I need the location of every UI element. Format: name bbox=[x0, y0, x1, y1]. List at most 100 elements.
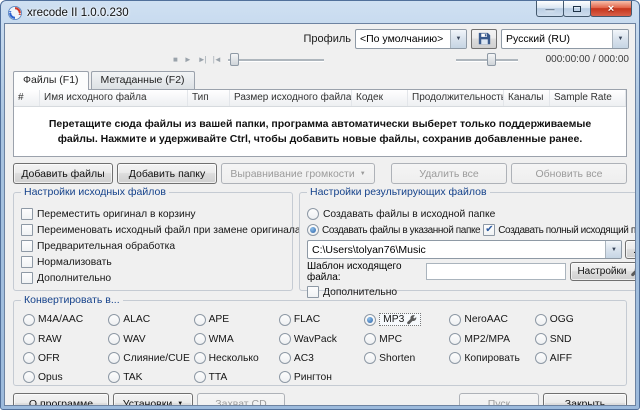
radio-create-in-specified[interactable] bbox=[307, 224, 319, 236]
radio-flac[interactable] bbox=[279, 314, 291, 326]
option-move-to-recycle[interactable]: Переместить оригинал в корзину bbox=[21, 206, 287, 222]
radio-m4a-aac[interactable] bbox=[23, 314, 35, 326]
about-button[interactable]: О программе bbox=[13, 393, 109, 406]
column-codec[interactable]: Кодек bbox=[352, 90, 408, 106]
prev-track-icon[interactable]: |◄ bbox=[213, 55, 221, 64]
format-merge-cue[interactable]: Слияние/CUE bbox=[108, 352, 193, 364]
format-ape[interactable]: APE bbox=[194, 313, 279, 326]
column-source-name[interactable]: Имя исходного файла bbox=[40, 90, 188, 106]
format-ofr[interactable]: OFR bbox=[23, 352, 108, 364]
checkbox-move-to-recycle[interactable] bbox=[21, 208, 33, 220]
format-m4a-aac[interactable]: M4A/AAC bbox=[23, 313, 108, 326]
checkbox-preprocess[interactable] bbox=[21, 240, 33, 252]
file-drop-area[interactable]: Перетащите сюда файлы из вашей папки, пр… bbox=[14, 107, 626, 156]
radio-neroaac[interactable] bbox=[449, 314, 461, 326]
format-alac[interactable]: ALAC bbox=[108, 313, 193, 326]
checkbox-output-advanced[interactable] bbox=[307, 286, 319, 298]
format-flac[interactable]: FLAC bbox=[279, 313, 364, 326]
format-multiple[interactable]: Несколько bbox=[194, 352, 279, 364]
column-sample-rate[interactable]: Sample Rate bbox=[550, 90, 626, 106]
options-button[interactable]: Установки ▼ bbox=[113, 393, 193, 406]
close-icon[interactable]: × bbox=[590, 1, 632, 17]
radio-shorten[interactable] bbox=[364, 352, 376, 364]
checkbox-rename-on-replace[interactable] bbox=[21, 224, 33, 236]
radio-ringtone[interactable] bbox=[279, 371, 291, 383]
radio-mp2-mpa[interactable] bbox=[449, 333, 461, 345]
close-button[interactable]: Закрыть bbox=[543, 393, 627, 406]
radio-wav[interactable] bbox=[108, 333, 120, 345]
output-path-select[interactable]: C:\Users\tolyan76\Music ▼ bbox=[307, 240, 622, 259]
radio-aiff[interactable] bbox=[535, 352, 547, 364]
format-aiff[interactable]: AIFF bbox=[535, 352, 620, 364]
seek-thumb[interactable] bbox=[230, 53, 239, 66]
play-icon[interactable]: ► bbox=[184, 55, 191, 64]
tab-files[interactable]: Файлы (F1) bbox=[13, 71, 89, 90]
radio-ogg[interactable] bbox=[535, 314, 547, 326]
format-shorten[interactable]: Shorten bbox=[364, 352, 449, 364]
option-create-in-specified[interactable]: Создавать файлы в указанной папке Создав… bbox=[307, 222, 636, 238]
checkbox-normalize[interactable] bbox=[21, 256, 33, 268]
format-mp3[interactable]: MP3 bbox=[364, 313, 449, 326]
format-settings-button[interactable]: Настройки bbox=[570, 262, 636, 281]
seek-slider[interactable] bbox=[228, 53, 324, 66]
format-ogg[interactable]: OGG bbox=[535, 313, 620, 326]
format-mpc[interactable]: MPC bbox=[364, 333, 449, 345]
format-tta[interactable]: TTA bbox=[194, 371, 279, 383]
column-type[interactable]: Тип bbox=[188, 90, 230, 106]
volume-thumb[interactable] bbox=[487, 53, 496, 66]
column-duration[interactable]: Продолжительность bbox=[408, 90, 504, 106]
format-wavpack[interactable]: WavPack bbox=[279, 333, 364, 345]
chevron-down-icon[interactable]: ▼ bbox=[605, 241, 621, 258]
radio-wavpack[interactable] bbox=[279, 333, 291, 345]
format-wav[interactable]: WAV bbox=[108, 333, 193, 345]
option-output-advanced[interactable]: Дополнительно bbox=[307, 284, 636, 300]
format-wma[interactable]: WMA bbox=[194, 333, 279, 345]
radio-create-in-source[interactable] bbox=[307, 208, 319, 220]
option-rename-on-replace[interactable]: Переименовать исходный файл при замене о… bbox=[21, 222, 287, 238]
option-source-advanced[interactable]: Дополнительно bbox=[21, 270, 287, 286]
radio-mpc[interactable] bbox=[364, 333, 376, 345]
format-tak[interactable]: TAK bbox=[108, 371, 193, 383]
profile-select[interactable]: <По умолчанию> ▼ bbox=[355, 29, 467, 49]
radio-raw[interactable] bbox=[23, 333, 35, 345]
format-opus[interactable]: Opus bbox=[23, 371, 108, 383]
titlebar[interactable]: xrecode II 1.0.0.230 — × bbox=[4, 1, 636, 23]
format-copy[interactable]: Копировать bbox=[449, 352, 534, 364]
checkbox-full-output-path[interactable] bbox=[483, 224, 495, 236]
radio-wma[interactable] bbox=[194, 333, 206, 345]
checkbox-source-advanced[interactable] bbox=[21, 272, 33, 284]
stop-icon[interactable]: ■ bbox=[173, 55, 177, 64]
radio-snd[interactable] bbox=[535, 333, 547, 345]
radio-mp3[interactable] bbox=[364, 314, 376, 326]
radio-tta[interactable] bbox=[194, 371, 206, 383]
chevron-down-icon[interactable]: ▼ bbox=[612, 30, 628, 48]
next-track-icon[interactable]: ►| bbox=[198, 55, 206, 64]
column-source-size[interactable]: Размер исходного файла bbox=[230, 90, 352, 106]
format-mp3-selected-box[interactable]: MP3 bbox=[379, 313, 421, 326]
volume-slider[interactable] bbox=[456, 53, 518, 66]
radio-ofr[interactable] bbox=[23, 352, 35, 364]
language-select[interactable]: Русский (RU) ▼ bbox=[501, 29, 629, 49]
chevron-down-icon[interactable]: ▼ bbox=[450, 30, 466, 48]
radio-alac[interactable] bbox=[108, 314, 120, 326]
format-ringtone[interactable]: Рингтон bbox=[279, 371, 364, 383]
radio-ac3[interactable] bbox=[279, 352, 291, 364]
add-folder-button[interactable]: Добавить папку bbox=[117, 163, 217, 184]
option-create-in-source[interactable]: Создавать файлы в исходной папке bbox=[307, 206, 636, 222]
format-ac3[interactable]: AC3 bbox=[279, 352, 364, 364]
column-channels[interactable]: Каналы bbox=[504, 90, 550, 106]
column-number[interactable]: # bbox=[14, 90, 40, 106]
format-snd[interactable]: SND bbox=[535, 333, 620, 345]
tab-metadata[interactable]: Метаданные (F2) bbox=[91, 71, 195, 89]
format-neroaac[interactable]: NeroAAC bbox=[449, 313, 534, 326]
browse-button[interactable]: ... bbox=[625, 240, 636, 259]
format-raw[interactable]: RAW bbox=[23, 333, 108, 345]
option-preprocess[interactable]: Предварительная обработка bbox=[21, 238, 287, 254]
maximize-icon[interactable] bbox=[563, 1, 591, 17]
radio-ape[interactable] bbox=[194, 314, 206, 326]
option-normalize[interactable]: Нормализовать bbox=[21, 254, 287, 270]
add-files-button[interactable]: Добавить файлы bbox=[13, 163, 113, 184]
format-mp2-mpa[interactable]: MP2/MPA bbox=[449, 333, 534, 345]
minimize-icon[interactable]: — bbox=[536, 1, 564, 17]
radio-opus[interactable] bbox=[23, 371, 35, 383]
